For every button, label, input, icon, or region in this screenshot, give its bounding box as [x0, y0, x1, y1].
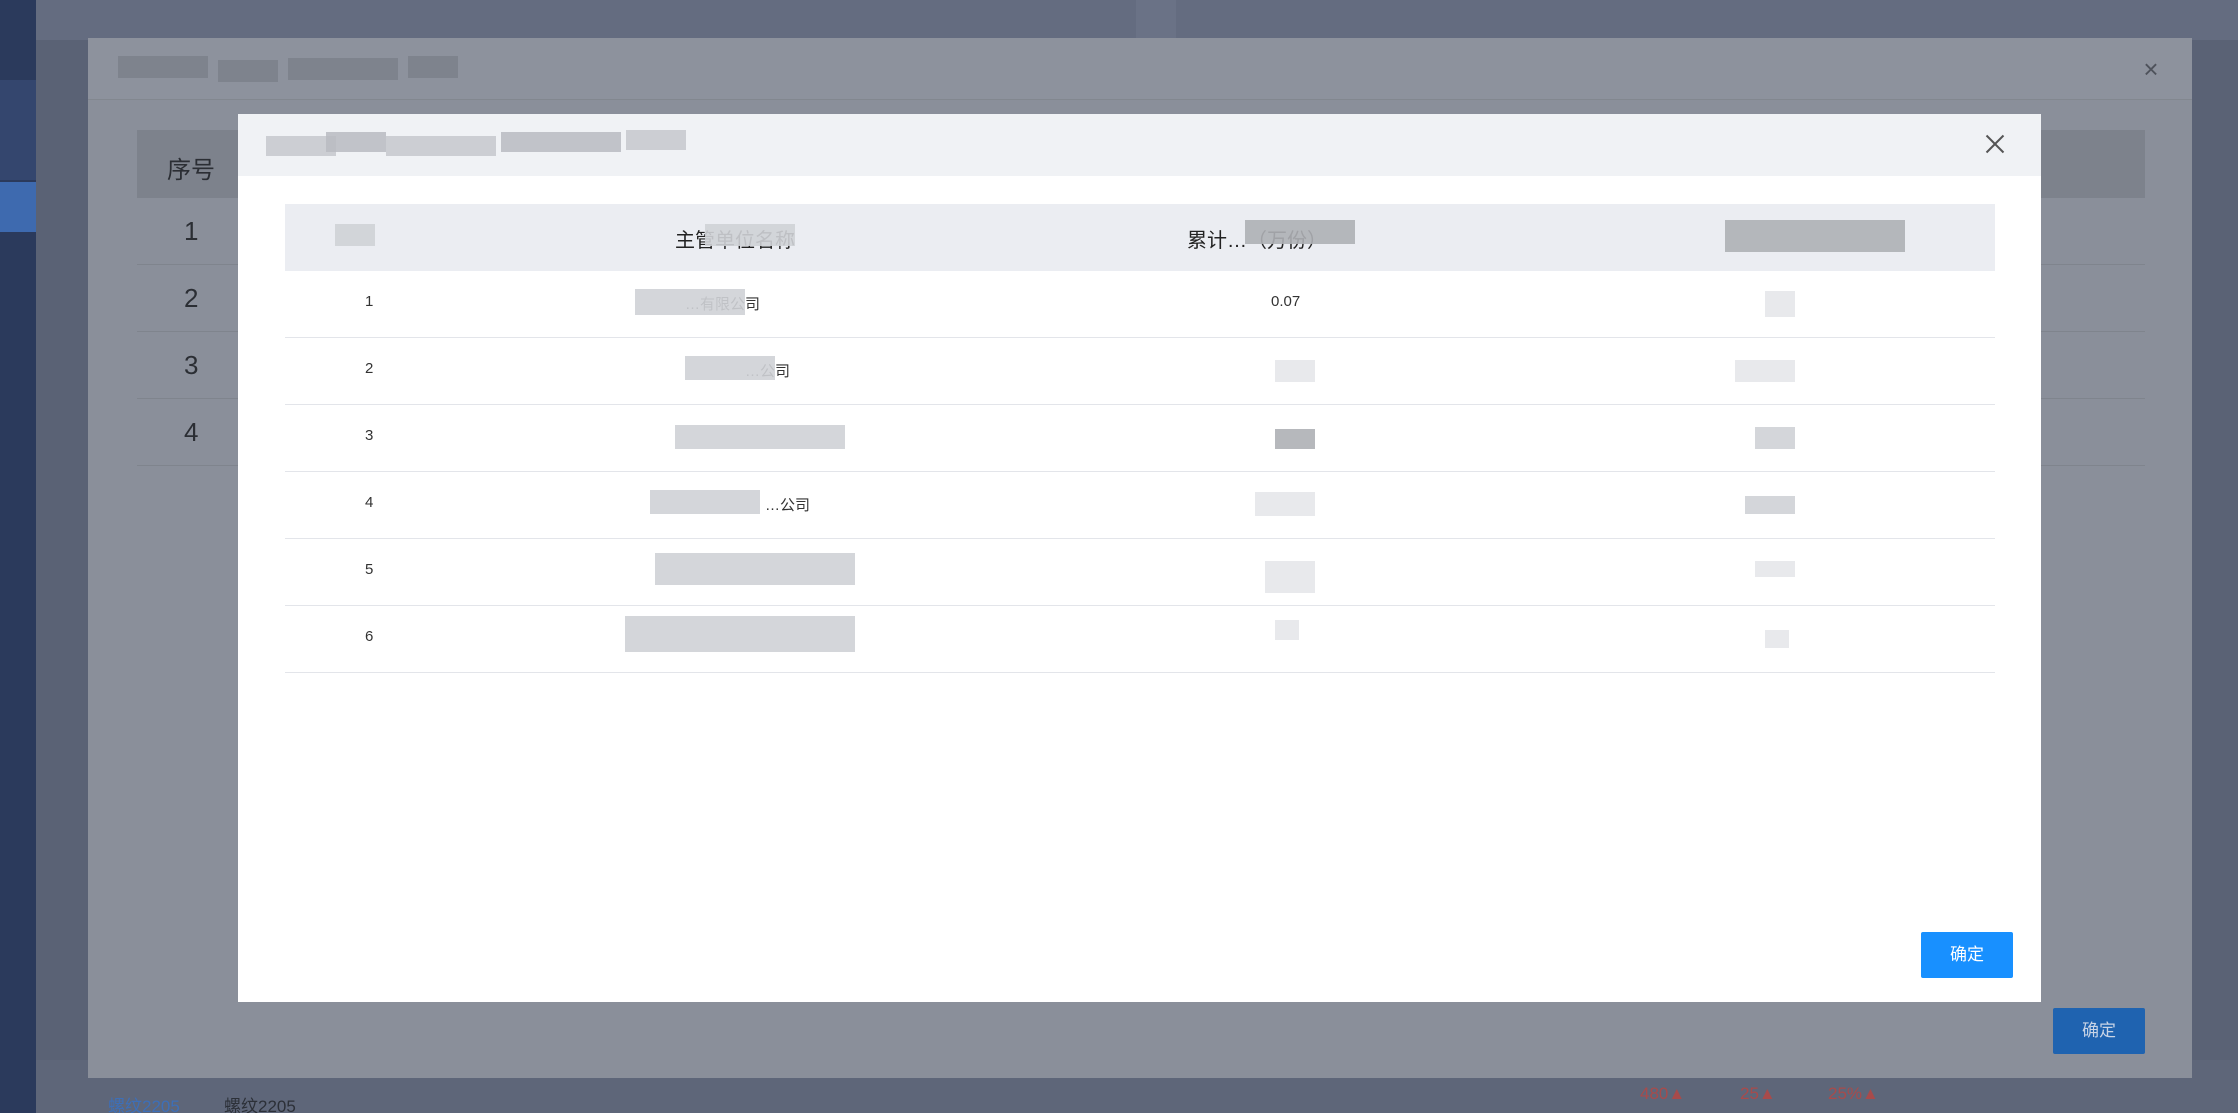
table-row: 2 …公司	[285, 338, 1995, 405]
outer-dialog-title-redacted	[118, 56, 458, 84]
outer-row-index: 3	[184, 350, 199, 380]
row-index: 3	[365, 427, 374, 444]
row-value-redacted	[1255, 492, 1315, 516]
row-index: 6	[365, 628, 374, 645]
row-value-redacted	[1275, 620, 1299, 640]
outer-row-index: 4	[184, 417, 199, 447]
row-name-redacted	[675, 425, 845, 449]
row-extra-redacted	[1765, 291, 1795, 317]
row-name-redacted	[635, 289, 745, 315]
tab-rebar-1: 螺纹2205	[108, 1097, 180, 1113]
row-index: 4	[365, 494, 374, 511]
row-name-redacted	[655, 553, 855, 585]
row-extra-redacted	[1735, 360, 1795, 382]
outer-row-index: 2	[184, 283, 199, 313]
row-extra-redacted	[1745, 496, 1795, 514]
outer-dialog-header: ×	[88, 38, 2192, 100]
header-value-redacted	[1245, 220, 1355, 244]
background-header	[36, 0, 2238, 40]
outer-header-index: 序号	[167, 157, 215, 184]
outer-dialog-close-icon[interactable]: ×	[2140, 56, 2162, 82]
table-row: 4 …公司	[285, 472, 1995, 539]
table-row: 6	[285, 606, 1995, 673]
row-name-redacted	[685, 356, 775, 380]
row-index: 1	[365, 293, 374, 310]
row-extra-redacted	[1755, 561, 1795, 577]
sidebar-item	[0, 80, 36, 130]
outer-row-index: 1	[184, 216, 199, 246]
dialog-header	[238, 114, 2041, 176]
sidebar-item-active	[0, 182, 36, 232]
row-name: …公司	[765, 497, 811, 514]
row-value-redacted	[1275, 429, 1315, 449]
table-row: 1 …有限公司 0.07	[285, 271, 1995, 338]
table-header: 主管单位名称 累计…（万份）	[285, 204, 1995, 271]
stat-value-3: 25%▲	[1828, 1084, 1879, 1103]
row-value-redacted	[1275, 360, 1315, 382]
detail-table: 主管单位名称 累计…（万份） 1 …有限公司 0.07 2 …公司 3	[285, 204, 1995, 673]
row-value-redacted	[1265, 561, 1315, 593]
header-name-redacted	[705, 224, 795, 246]
row-extra-redacted	[1765, 630, 1789, 648]
table-row: 5	[285, 539, 1995, 606]
dialog-title-redacted	[266, 130, 686, 160]
table-row: 3	[285, 405, 1995, 472]
row-name-redacted	[625, 616, 855, 652]
row-extra-redacted	[1755, 427, 1795, 449]
outer-ok-button[interactable]: 确定	[2053, 1008, 2145, 1054]
tab-rebar-2: 螺纹2205	[224, 1097, 296, 1113]
stat-value-2: 25▲	[1740, 1084, 1776, 1103]
row-name-redacted	[650, 490, 760, 514]
confirm-button[interactable]: 确定	[1921, 932, 2013, 978]
row-value: 0.07	[1271, 293, 1301, 310]
row-index: 2	[365, 360, 374, 377]
stat-value-1: 480▲	[1640, 1084, 1686, 1103]
sidebar-item	[0, 130, 36, 180]
header-extra-redacted	[1725, 220, 1905, 252]
background-sidebar	[0, 0, 36, 1113]
row-index: 5	[365, 561, 374, 578]
dialog-close-icon[interactable]	[1983, 132, 2007, 156]
detail-dialog: 主管单位名称 累计…（万份） 1 …有限公司 0.07 2 …公司 3	[238, 114, 2041, 1002]
